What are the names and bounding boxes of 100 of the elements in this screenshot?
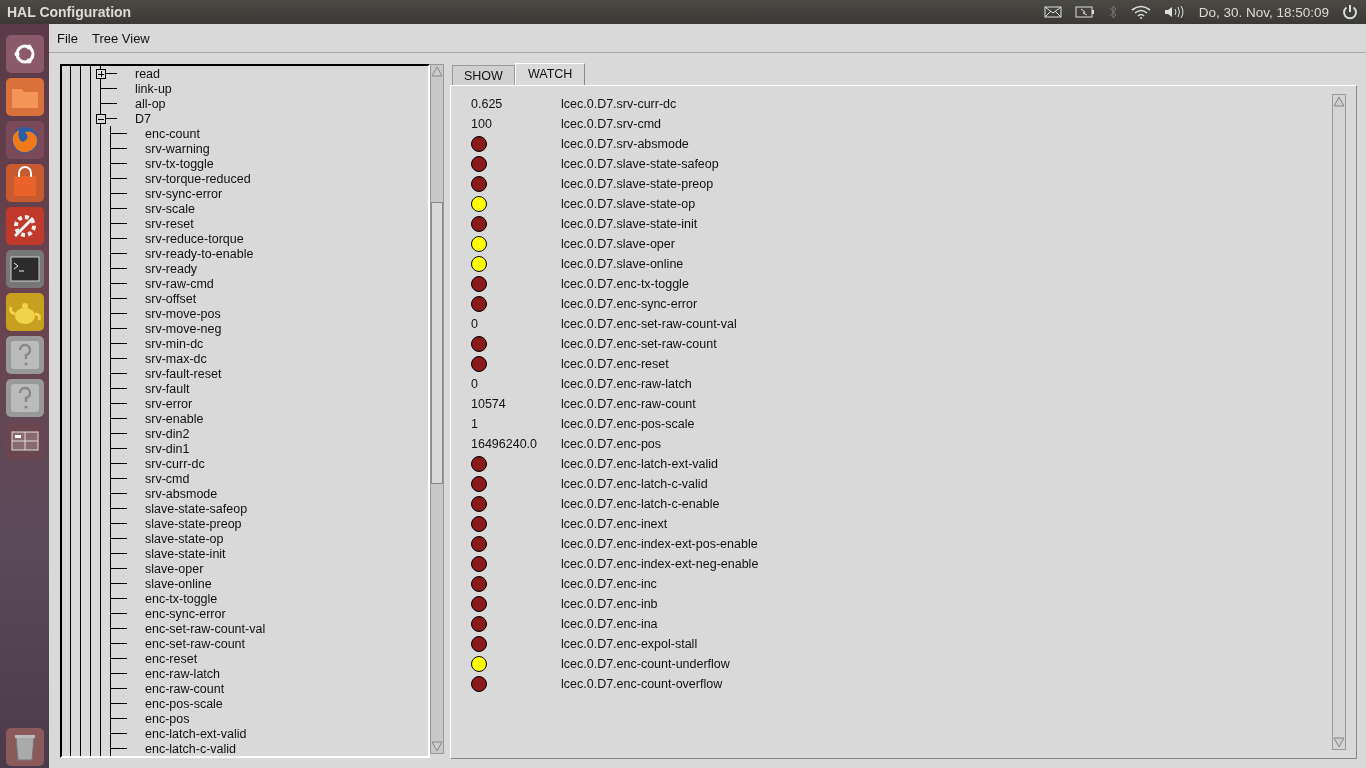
tab[interactable]: SHOW	[452, 65, 515, 85]
teapot-icon[interactable]	[4, 291, 45, 332]
tree-item[interactable]: D7	[135, 111, 151, 126]
tree-item[interactable]: srv-move-neg	[145, 321, 222, 336]
menu-item[interactable]: File	[57, 30, 78, 46]
tree-item[interactable]: enc-sync-error	[145, 606, 226, 621]
scrollbar[interactable]	[430, 64, 444, 754]
tree-item[interactable]: srv-min-dc	[145, 336, 204, 351]
volume-icon[interactable]	[1163, 5, 1186, 19]
pin-name: lcec.0.D7.slave-state-op	[561, 197, 696, 211]
pin-value: 16496240.0	[471, 437, 538, 451]
tree-item[interactable]: enc-set-raw-count-val	[145, 621, 266, 636]
pin-name: lcec.0.D7.enc-latch-c-enable	[561, 497, 720, 511]
bluetooth-icon[interactable]	[1107, 4, 1118, 20]
tree-item[interactable]: srv-max-dc	[145, 351, 207, 366]
tree-item[interactable]: slave-online	[145, 576, 212, 591]
tree-item[interactable]: srv-reduce-torque	[145, 231, 244, 246]
window-title: HAL Configuration	[6, 4, 132, 20]
pin-name: lcec.0.D7.enc-pos-scale	[561, 417, 695, 431]
battery-icon[interactable]	[1074, 6, 1095, 18]
pin-name: lcec.0.D7.enc-ina	[561, 617, 658, 631]
tree-item[interactable]: slave-state-safeop	[145, 501, 248, 516]
tree-item[interactable]: enc-set-raw-count	[145, 636, 246, 651]
question-mark-icon[interactable]	[4, 377, 45, 418]
tree-item[interactable]: all-op	[135, 96, 166, 111]
tree-item[interactable]: enc-pos	[145, 711, 190, 726]
tree-item[interactable]: slave-state-op	[145, 531, 224, 546]
pin-value: 0.625	[471, 97, 503, 111]
tree-item[interactable]: srv-reset	[145, 216, 194, 231]
tree-item[interactable]: slave-state-preop	[145, 516, 242, 531]
pin-name: lcec.0.D7.enc-count-underflow	[561, 657, 730, 671]
tree-item[interactable]: srv-warning	[145, 141, 210, 156]
pin-name: lcec.0.D7.slave-oper	[561, 237, 675, 251]
tree-item[interactable]: enc-count	[145, 126, 200, 141]
pin-value: 100	[471, 117, 492, 131]
pin-value: 0	[471, 377, 478, 391]
pin-name: lcec.0.D7.enc-count-overflow	[561, 677, 723, 691]
trash-icon[interactable]	[4, 726, 45, 767]
expand-icon[interactable]	[96, 69, 106, 79]
pin-name: lcec.0.D7.enc-sync-error	[561, 297, 698, 311]
tree-item[interactable]: enc-latch-c-valid	[145, 741, 236, 756]
power-icon[interactable]	[1342, 4, 1358, 20]
pin-name: lcec.0.D7.srv-cmd	[561, 117, 662, 131]
tree-item[interactable]: link-up	[135, 81, 172, 96]
tree-item[interactable]: srv-raw-cmd	[145, 276, 214, 291]
pin-name: lcec.0.D7.enc-index-ext-neg-enable	[561, 557, 759, 571]
wifi-icon[interactable]	[1130, 5, 1151, 19]
pin-name: lcec.0.D7.enc-raw-count	[561, 397, 696, 411]
pin-name: lcec.0.D7.enc-raw-latch	[561, 377, 692, 391]
pin-name: lcec.0.D7.enc-inb	[561, 597, 658, 611]
tree-item[interactable]: slave-oper	[145, 561, 204, 576]
pin-value: 0	[471, 317, 478, 331]
pin-name: lcec.0.D7.slave-state-safeop	[561, 157, 719, 171]
tree-item[interactable]: srv-ready-to-enable	[145, 246, 254, 261]
tree-item[interactable]: srv-din1	[145, 441, 190, 456]
tree-item[interactable]: read	[135, 66, 161, 81]
tree-item[interactable]: enc-raw-latch	[145, 666, 221, 681]
tree-item[interactable]: srv-fault	[145, 381, 190, 396]
tree-item[interactable]: srv-enable	[145, 411, 204, 426]
tree-item[interactable]: srv-ready	[145, 261, 198, 276]
shopping-bag-icon[interactable]	[4, 162, 45, 203]
folder-icon[interactable]	[4, 76, 45, 117]
tree-item[interactable]: srv-absmode	[145, 486, 218, 501]
tree-item[interactable]: srv-error	[145, 396, 193, 411]
pin-name: lcec.0.D7.enc-expol-stall	[561, 637, 698, 651]
tree-item[interactable]: enc-pos-scale	[145, 696, 223, 711]
pin-name: lcec.0.D7.enc-latch-ext-valid	[561, 457, 718, 471]
clock[interactable]: Do, 30. Nov, 18:50:09	[1198, 4, 1329, 20]
tree-item[interactable]: enc-reset	[145, 651, 198, 666]
gear-wrench-icon[interactable]	[4, 205, 45, 246]
tree-item[interactable]: srv-din2	[145, 426, 190, 441]
tree-item[interactable]: enc-tx-toggle	[145, 591, 218, 606]
workspace-grid-icon[interactable]	[4, 420, 45, 461]
tree-item[interactable]: srv-fault-reset	[145, 366, 222, 381]
tree-item[interactable]: srv-sync-error	[145, 186, 223, 201]
question-mark-icon[interactable]	[4, 334, 45, 375]
tree-item[interactable]: enc-raw-count	[145, 681, 225, 696]
pin-name: lcec.0.D7.enc-inc	[561, 577, 657, 591]
tree-item[interactable]: srv-curr-dc	[145, 456, 205, 471]
pin-name: lcec.0.D7.enc-latch-c-valid	[561, 477, 708, 491]
pin-name: lcec.0.D7.slave-online	[561, 257, 684, 271]
pin-name: lcec.0.D7.enc-pos	[561, 437, 662, 451]
scroll-thumb[interactable]	[431, 202, 443, 484]
tree-item[interactable]: enc-latch-ext-valid	[145, 726, 247, 741]
terminal-icon[interactable]	[4, 248, 45, 289]
tree-item[interactable]: srv-cmd	[145, 471, 190, 486]
pin-name: lcec.0.D7.srv-absmode	[561, 137, 689, 151]
tree-item[interactable]: srv-scale	[145, 201, 195, 216]
pin-name: lcec.0.D7.enc-inext	[561, 517, 668, 531]
tree-item[interactable]: srv-offset	[145, 291, 197, 306]
menu-item[interactable]: Tree View	[91, 30, 150, 46]
tree-item[interactable]: srv-move-pos	[145, 306, 221, 321]
tree-item[interactable]: srv-torque-reduced	[145, 171, 251, 186]
tree-item[interactable]: srv-tx-toggle	[145, 156, 214, 171]
pin-value: 1	[471, 417, 478, 431]
ubuntu-logo-icon[interactable]	[4, 33, 45, 74]
mail-icon[interactable]	[1043, 6, 1062, 18]
tree-item[interactable]: slave-state-init	[145, 546, 226, 561]
collapse-icon[interactable]	[96, 114, 106, 124]
tab[interactable]: WATCH	[514, 63, 586, 85]
